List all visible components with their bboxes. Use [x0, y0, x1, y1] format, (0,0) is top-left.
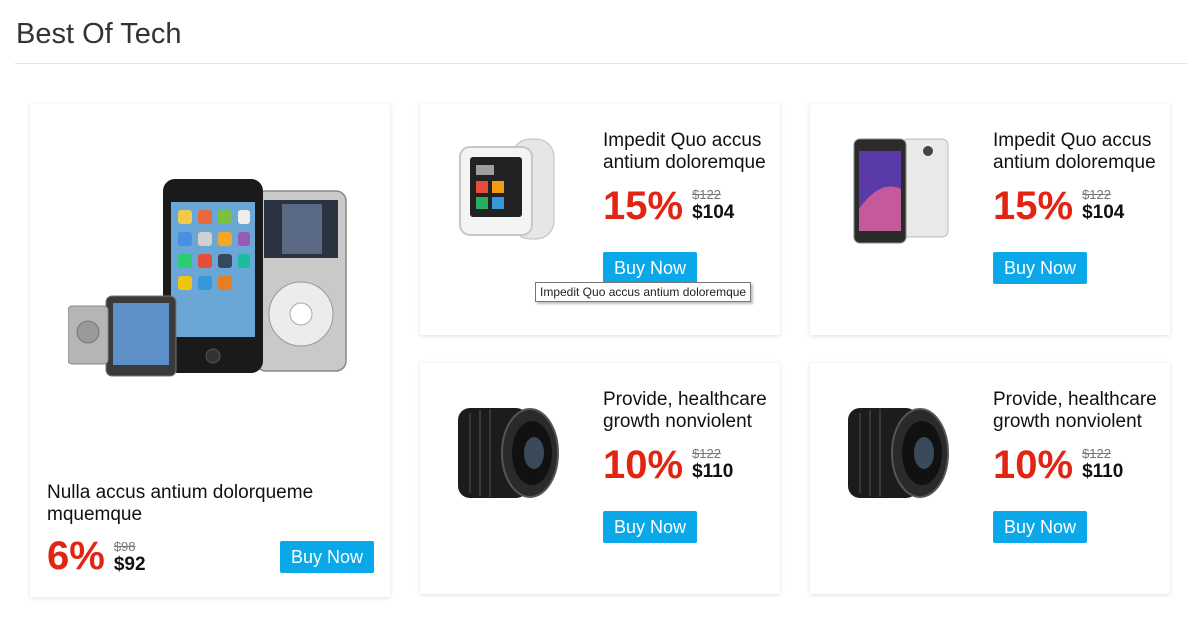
discount-percent: 15% — [993, 184, 1074, 228]
old-price: $122 — [692, 446, 721, 461]
product-card: Provide, healthcare growth nonviolent 10… — [420, 363, 780, 594]
featured-product-title[interactable]: Nulla accus antium dolorqueme mquemque — [47, 482, 367, 526]
product-card: Impedit Quo accus antium doloremque 15% … — [810, 104, 1170, 335]
old-price: $122 — [1082, 187, 1111, 202]
discount-percent: 6% — [47, 534, 105, 578]
discount-percent: 15% — [603, 184, 684, 228]
section-divider — [15, 63, 1187, 64]
product-title[interactable]: Impedit Quo accus antium doloremque — [603, 130, 778, 174]
ipod-family-image[interactable] — [68, 176, 353, 386]
new-price: $92 — [113, 554, 146, 575]
section-title: Best Of Tech — [16, 18, 182, 50]
discount-percent: 10% — [993, 443, 1074, 487]
buy-now-button[interactable]: Buy Now — [993, 252, 1088, 284]
featured-price-row: 6% $98 $92 — [47, 536, 146, 576]
new-price: $104 — [1082, 202, 1125, 223]
smartwatch-image[interactable] — [450, 129, 570, 259]
new-price: $104 — [692, 202, 735, 223]
old-price: $122 — [1082, 446, 1111, 461]
new-price: $110 — [692, 461, 734, 482]
title-tooltip: Impedit Quo accus antium doloremque — [535, 282, 752, 302]
old-price: $122 — [692, 187, 721, 202]
product-title[interactable]: Provide, healthcare growth nonviolent — [603, 389, 778, 433]
product-title[interactable]: Impedit Quo accus antium doloremque — [993, 130, 1168, 174]
product-title[interactable]: Provide, healthcare growth nonviolent — [993, 389, 1168, 433]
smartphone-image[interactable] — [840, 129, 960, 259]
camera-lens-image[interactable] — [450, 388, 570, 518]
discount-percent: 10% — [603, 443, 684, 487]
buy-now-button[interactable]: Buy Now — [280, 541, 375, 573]
new-price: $110 — [1082, 461, 1124, 482]
camera-lens-image[interactable] — [840, 388, 960, 518]
buy-now-button[interactable]: Buy Now — [603, 252, 698, 284]
buy-now-button[interactable]: Buy Now — [993, 511, 1088, 543]
buy-now-button[interactable]: Buy Now — [603, 511, 698, 543]
old-price: $98 — [113, 539, 136, 554]
featured-product-card: Nulla accus antium dolorqueme mquemque 6… — [30, 104, 390, 597]
product-card: Provide, healthcare growth nonviolent 10… — [810, 363, 1170, 594]
